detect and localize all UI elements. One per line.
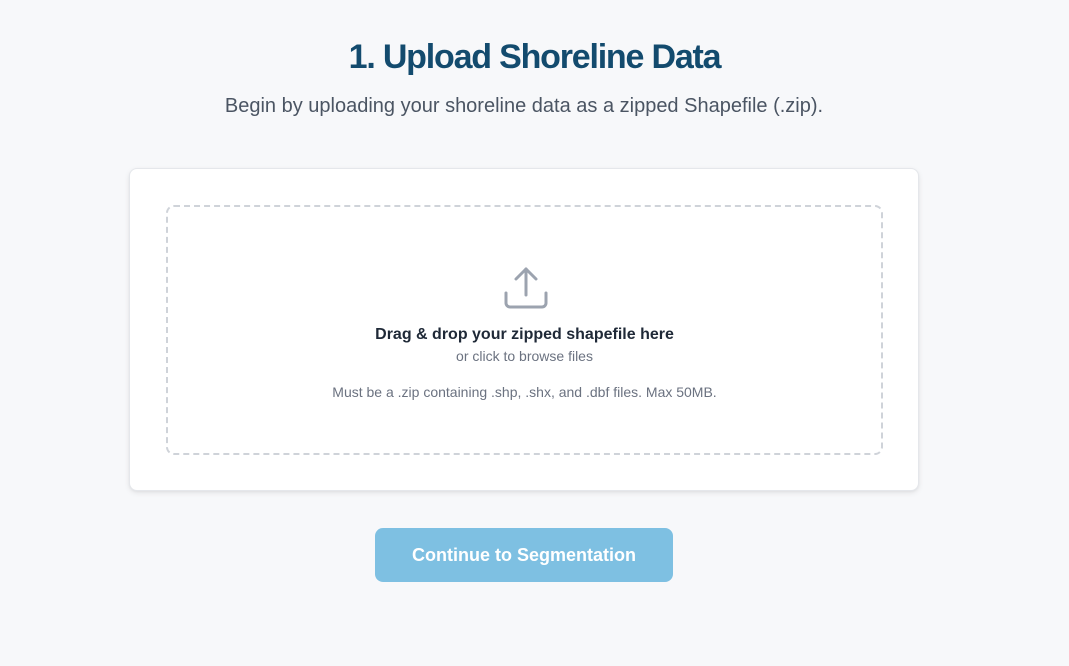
file-dropzone[interactable]: Drag & drop your zipped shapefile here o… [166, 205, 883, 455]
page-subtitle: Begin by uploading your shoreline data a… [224, 95, 824, 117]
continue-button[interactable]: Continue to Segmentation [375, 528, 673, 582]
dropzone-hint: Must be a .zip containing .shp, .shx, an… [332, 384, 717, 400]
upload-page: 1. Upload Shoreline Data Begin by upload… [0, 0, 1069, 666]
dropzone-title: Drag & drop your zipped shapefile here [375, 326, 674, 343]
upload-card: Drag & drop your zipped shapefile here o… [129, 168, 919, 491]
dropzone-browse-text: or click to browse files [456, 348, 593, 364]
page-title: 1. Upload Shoreline Data [348, 38, 722, 76]
upload-icon [502, 265, 550, 313]
